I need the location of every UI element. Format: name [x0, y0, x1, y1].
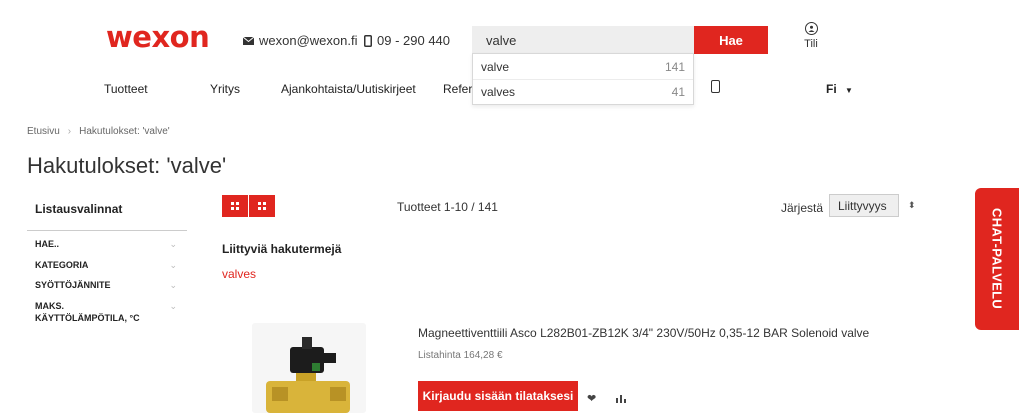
email-contact[interactable]: wexon@wexon.fi: [243, 33, 357, 48]
mobile-icon[interactable]: [711, 80, 720, 93]
grid-view-button[interactable]: [222, 195, 248, 217]
nav-item-referenssit[interactable]: Refer: [443, 82, 472, 96]
search-suggestions: valve 141 valves 41: [472, 53, 694, 105]
chevron-right-icon: ›: [67, 126, 72, 137]
page-title: Hakutulokset: 'valve': [27, 153, 227, 178]
list-view-button[interactable]: [249, 195, 275, 217]
suggestion-item[interactable]: valves 41: [473, 79, 693, 104]
filter-label: MAKS. KÄYTTÖLÄMPÖTILA, °C: [35, 301, 140, 323]
suggestion-term: valve: [481, 59, 510, 74]
suggestion-count: 41: [671, 85, 685, 99]
filter-label: HAE..: [35, 239, 60, 249]
compare-chart-icon[interactable]: [615, 393, 627, 403]
filter-kategoria[interactable]: KATEGORIA ⌄: [35, 260, 177, 270]
nav-item-tuotteet[interactable]: Tuotteet: [104, 82, 148, 96]
envelope-icon: [243, 36, 254, 45]
user-circle-icon: [804, 22, 818, 35]
filter-divider: [27, 230, 187, 231]
filter-label: SYÖTTÖJÄNNITE: [35, 280, 111, 290]
filter-label: KATEGORIA: [35, 260, 89, 270]
chevron-down-icon: ⌄: [169, 301, 177, 311]
sort-direction-icon[interactable]: ⬍: [908, 200, 916, 211]
related-terms-title: Liittyviä hakutermejä: [222, 242, 342, 256]
filter-kayttolampotila[interactable]: MAKS. KÄYTTÖLÄMPÖTILA, °C ⌄: [35, 300, 177, 324]
filter-title: Listausvalinnat: [35, 202, 123, 216]
account-label: Tili: [804, 38, 818, 50]
nav-item-ajankohtaista[interactable]: Ajankohtaista/Uutiskirjeet: [281, 82, 416, 96]
search-input[interactable]: [472, 26, 694, 54]
breadcrumb-home[interactable]: Etusivu: [27, 126, 60, 137]
language-label: Fi: [826, 82, 837, 96]
heart-icon[interactable]: ❤: [587, 392, 596, 405]
sort-select[interactable]: Liittyvyys: [829, 194, 899, 217]
account-link[interactable]: Tili: [798, 22, 824, 50]
product-image[interactable]: [252, 323, 366, 413]
chat-service-tab[interactable]: CHAT-PALVELU: [975, 188, 1019, 330]
suggestion-item[interactable]: valve 141: [473, 54, 693, 79]
filter-syottojannite[interactable]: SYÖTTÖJÄNNITE ⌄: [35, 280, 177, 290]
language-select[interactable]: Fi ▼: [826, 82, 853, 96]
search-button[interactable]: Hae: [694, 26, 768, 54]
chevron-down-icon: ⌄: [169, 239, 177, 249]
grid-icon: [231, 202, 239, 210]
filter-hae[interactable]: HAE.. ⌄: [35, 239, 177, 249]
email-text: wexon@wexon.fi: [259, 33, 358, 48]
breadcrumb-current: Hakutulokset: 'valve': [79, 126, 170, 137]
phone-text: 09 - 290 440: [377, 33, 451, 48]
list-icon: [258, 202, 266, 210]
results-count: Tuotteet 1-10 / 141: [397, 200, 498, 214]
nav-item-yritys[interactable]: Yritys: [210, 82, 240, 96]
suggestion-count: 141: [664, 59, 685, 74]
phone-contact[interactable]: 09 - 290 440: [364, 33, 450, 48]
caret-down-icon: ▼: [845, 86, 853, 95]
product-name[interactable]: Magneettiventtiili Asco L282B01-ZB12K 3/…: [418, 326, 869, 340]
related-term-link[interactable]: valves: [222, 267, 256, 281]
sort-label: Järjestä: [781, 201, 824, 215]
chevron-down-icon: ⌄: [169, 260, 177, 270]
chat-service-label: CHAT-PALVELU: [989, 208, 1005, 310]
suggestion-term: valves: [481, 85, 516, 99]
product-price: Listahinta 164,28 €: [418, 350, 503, 361]
breadcrumb: Etusivu › Hakutulokset: 'valve': [27, 126, 170, 137]
logo[interactable]: wexon: [106, 20, 210, 54]
login-to-order-button[interactable]: Kirjaudu sisään tilataksesi: [418, 381, 578, 411]
phone-icon: [364, 34, 372, 47]
chevron-down-icon: ⌄: [169, 280, 177, 290]
